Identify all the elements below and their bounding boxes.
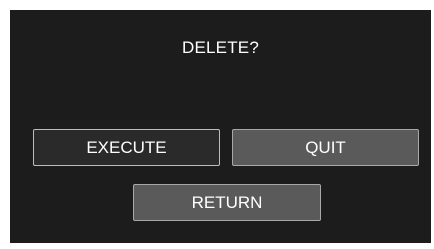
delete-confirm-screen: DELETE? EXECUTE QUIT RETURN: [10, 10, 431, 243]
quit-button-label: QUIT: [305, 137, 346, 157]
return-button[interactable]: RETURN: [133, 184, 321, 221]
execute-button[interactable]: EXECUTE: [33, 129, 220, 166]
quit-button[interactable]: QUIT: [232, 129, 419, 166]
return-button-label: RETURN: [191, 192, 263, 212]
execute-button-label: EXECUTE: [86, 137, 167, 157]
delete-prompt: DELETE?: [182, 38, 259, 57]
